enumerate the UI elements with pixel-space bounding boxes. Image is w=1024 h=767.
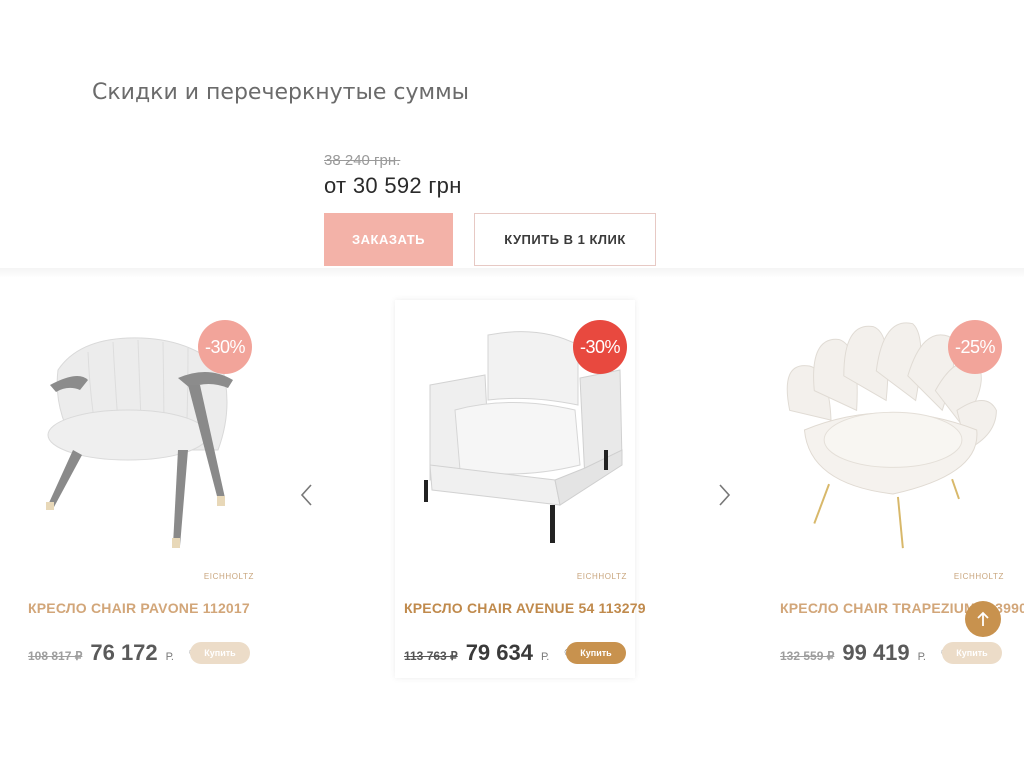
- product-card[interactable]: -30% EICHHOLTZ КРЕСЛО CHAIR PAVONE 11201…: [18, 300, 268, 680]
- product-card[interactable]: -30% EICHHOLTZ КРЕСЛО CHAIR AVENUE 54 11…: [395, 300, 646, 678]
- product-price-block: 38 240 грн. от 30 592 грн: [324, 152, 462, 199]
- chevron-right-icon[interactable]: [714, 480, 734, 510]
- brand-label: EICHHOLTZ: [576, 572, 627, 581]
- product-name[interactable]: КРЕСЛО CHAIR PAVONE 112017: [28, 600, 250, 616]
- old-price: 108 817 ₽: [28, 649, 83, 663]
- section-divider: [0, 268, 1024, 278]
- currency-label: Р.: [540, 651, 550, 663]
- price-row: 113 763 ₽ 79 634 Р. ♡: [404, 640, 577, 666]
- buy-one-click-button[interactable]: КУПИТЬ В 1 КЛИК: [474, 213, 656, 266]
- price-row: 108 817 ₽ 76 172 Р. ♡: [28, 640, 201, 666]
- buy-button[interactable]: Купить: [190, 642, 250, 664]
- discount-badge: -30%: [573, 320, 627, 374]
- slide-title: Скидки и перечеркнутые суммы: [92, 80, 470, 105]
- old-price: 113 763 ₽: [404, 649, 458, 663]
- brand-label: EICHHOLTZ: [953, 572, 1004, 581]
- current-price: 76 172: [90, 640, 158, 665]
- scroll-top-button[interactable]: [965, 601, 1001, 637]
- current-price: 79 634: [465, 640, 533, 665]
- old-price: 132 559 ₽: [780, 649, 835, 663]
- old-price: 38 240 грн.: [324, 152, 401, 169]
- buy-button[interactable]: Купить: [942, 642, 1002, 664]
- brand-label: EICHHOLTZ: [203, 572, 254, 581]
- order-button[interactable]: ЗАКАЗАТЬ: [324, 213, 453, 266]
- new-price: от 30 592 грн: [324, 173, 462, 198]
- discount-badge: -25%: [948, 320, 1002, 374]
- arrow-up-icon: [977, 611, 989, 626]
- product-name[interactable]: КРЕСЛО CHAIR AVENUE 54 113279: [404, 600, 646, 616]
- discount-badge: -30%: [198, 320, 252, 374]
- chevron-left-icon[interactable]: [298, 480, 318, 510]
- price-row: 132 559 ₽ 99 419 Р. ♡: [780, 640, 953, 666]
- currency-label: Р.: [165, 651, 174, 663]
- currency-label: Р.: [917, 651, 926, 663]
- current-price: 99 419: [842, 640, 910, 665]
- product-actions: ЗАКАЗАТЬ КУПИТЬ В 1 КЛИК: [324, 213, 656, 266]
- buy-button[interactable]: Купить: [566, 642, 626, 664]
